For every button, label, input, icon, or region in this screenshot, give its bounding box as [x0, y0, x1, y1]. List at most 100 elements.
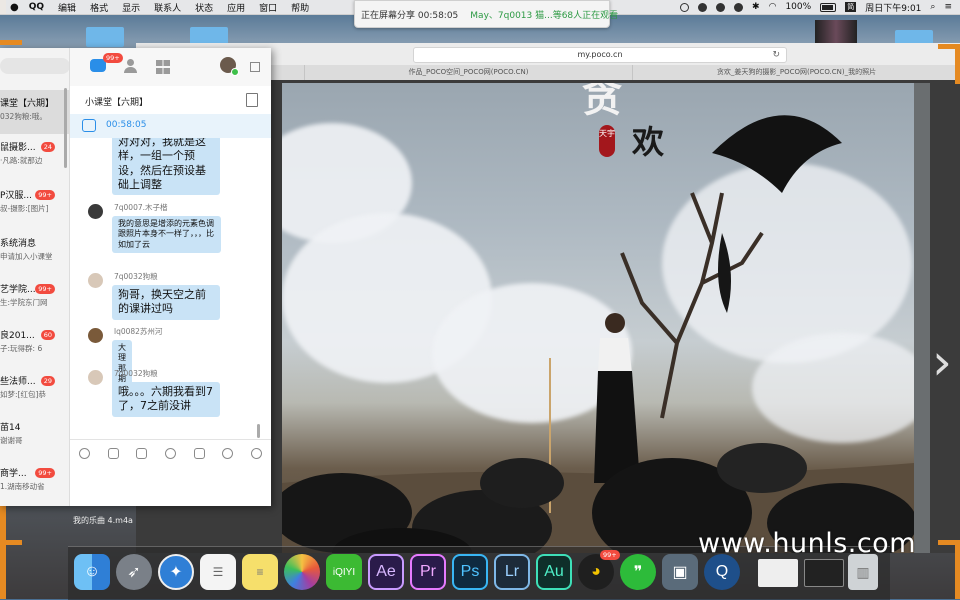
menu-view[interactable]: 显示: [122, 1, 140, 14]
chat-title: 鼠摄影...: [0, 143, 36, 153]
trash-icon[interactable]: ▥: [848, 554, 878, 590]
screen-frame: [0, 540, 22, 545]
chat-snippet: 子:玩得群: 6: [0, 344, 43, 353]
cloud-icon[interactable]: [716, 2, 726, 12]
chat-snippet: 申请加入小课堂: [0, 252, 53, 261]
search-input[interactable]: [0, 58, 69, 74]
files-icon[interactable]: [246, 93, 258, 107]
desktop-image-thumbnail[interactable]: [815, 20, 857, 44]
audition-icon[interactable]: Au: [536, 554, 572, 590]
bell-icon[interactable]: [251, 447, 263, 459]
chat-list-item[interactable]: 系统消息 申请加入小课堂: [0, 230, 69, 274]
menu-contacts[interactable]: 联系人: [154, 1, 181, 14]
avatar[interactable]: [88, 204, 103, 219]
lightroom-icon[interactable]: Lr: [494, 554, 530, 590]
scissors-icon[interactable]: [107, 447, 119, 459]
folder-icon[interactable]: [136, 447, 148, 459]
apple-menu-icon[interactable]: ●: [10, 2, 19, 13]
photo-seal: 天宇: [599, 125, 615, 157]
desktop-folder-icon[interactable]: [86, 27, 124, 47]
record-icon[interactable]: [680, 2, 690, 12]
battery-icon[interactable]: [820, 2, 837, 12]
message-bubble[interactable]: 我的意思是增添的元素色调跟照片本身不一样了，，，比如加了云: [112, 216, 221, 254]
avatar[interactable]: [88, 273, 103, 288]
menu-edit[interactable]: 编辑: [58, 1, 76, 14]
message-bubble[interactable]: 大理那期: [112, 340, 132, 388]
photo-umbrella: [480, 458, 564, 508]
video-icon[interactable]: [193, 447, 205, 459]
document-thumb-icon[interactable]: [758, 559, 798, 587]
browser-tab[interactable]: 作品_POCO空间_POCO网(POCO.CN): [304, 65, 632, 80]
photo-umbrella: [717, 443, 807, 493]
wechat-status-icon[interactable]: [734, 2, 744, 12]
address-bar[interactable]: my.poco.cn ↻: [413, 47, 787, 63]
next-photo-arrow-icon[interactable]: ›: [932, 333, 952, 391]
photo[interactable]: 贪 欢 天宇: [282, 83, 914, 553]
screenshot-thumb-icon[interactable]: [804, 559, 844, 587]
search-icon[interactable]: ⌕: [930, 2, 935, 12]
menu-format[interactable]: 格式: [90, 1, 108, 14]
browser-tab[interactable]: 贪欢_姜天狗的摄影_POCO网(POCO.CN)_我的照片: [632, 65, 960, 80]
iqiyi-icon[interactable]: iQIYI: [326, 554, 362, 590]
launchpad-icon[interactable]: ➶: [116, 554, 152, 590]
menu-apps[interactable]: 应用: [227, 1, 245, 14]
menu-status[interactable]: 状态: [195, 1, 213, 14]
finder-icon[interactable]: ☺: [74, 554, 110, 590]
avatar[interactable]: [88, 370, 103, 385]
share-status: 正在屏幕分享 00:58:05: [361, 10, 459, 21]
menu-window[interactable]: 窗口: [259, 1, 277, 14]
menu-help[interactable]: 帮助: [291, 1, 309, 14]
microphone-icon[interactable]: [164, 447, 176, 459]
qq-status-icon[interactable]: [698, 2, 708, 12]
qq-window: 课堂【六期】 032狗粮:哦。 鼠摄影... ·凡路:就那边 24 P汉服...…: [0, 48, 271, 506]
unread-badge: 29: [40, 376, 55, 386]
input-method-icon[interactable]: 简: [845, 2, 857, 12]
screen-share-row[interactable]: 00:58:05: [70, 114, 271, 138]
message-bubble[interactable]: 对对对，我就是这样，一组一个预设，然后在预设基础上调整: [112, 138, 220, 196]
notification-center-icon[interactable]: ≡: [944, 2, 952, 12]
menu-app-qq[interactable]: QQ: [29, 2, 44, 12]
chat-list-item[interactable]: 良201... 子:玩得群: 6 60: [0, 322, 69, 366]
emoji-icon[interactable]: [78, 447, 90, 459]
qq-dock-badge: 99+: [600, 550, 620, 560]
photos-icon[interactable]: [284, 554, 320, 590]
chat-list-item[interactable]: 苗14 谢谢哥: [0, 414, 69, 458]
quicktime-icon[interactable]: Q: [704, 554, 740, 590]
chat-list-item[interactable]: 商学... 1.湖南移动省 99+: [0, 460, 69, 504]
chat-snippet: 生:学院东门网: [0, 298, 48, 307]
after-effects-icon[interactable]: Ae: [368, 554, 404, 590]
history-icon[interactable]: [222, 447, 234, 459]
online-status-icon: [231, 68, 239, 76]
sidebar-toggle-icon[interactable]: [250, 62, 260, 72]
photoshop-icon[interactable]: Ps: [452, 554, 488, 590]
screen-share-banner[interactable]: 正在屏幕分享 00:58:05 May、7q0013 猫...等68人正在观看: [354, 0, 618, 28]
preview-icon[interactable]: ▣: [662, 554, 698, 590]
clock[interactable]: 周日下午9:01: [865, 1, 921, 14]
reminders-icon[interactable]: ☰: [200, 554, 236, 590]
reload-icon[interactable]: ↻: [772, 48, 780, 62]
premiere-icon[interactable]: Pr: [410, 554, 446, 590]
avatar[interactable]: [88, 328, 103, 343]
message-scrollbar[interactable]: [257, 424, 260, 438]
message-list: 对对对，我就是这样，一组一个预设，然后在预设基础上调整 7q0007.木子楷 我…: [70, 138, 271, 438]
chat-list-item[interactable]: 课堂【六期】 032狗粮:哦。: [0, 90, 69, 134]
message-bubble[interactable]: 哦。。。六期我看到7了，7之前没讲: [112, 382, 220, 417]
bluetooth-icon[interactable]: ✱: [752, 2, 760, 12]
chat-list-item[interactable]: P汉服... 叔-摄影:[图片] 99+: [0, 182, 69, 226]
safari-icon[interactable]: ✦: [158, 554, 194, 590]
next-photo-preview[interactable]: [914, 83, 930, 553]
desktop-file-label[interactable]: 我的乐曲 4.m4a: [73, 515, 133, 526]
chat-list-scrollbar[interactable]: [64, 88, 67, 168]
apps-tab-icon[interactable]: [156, 60, 170, 74]
chat-toolbar: [70, 439, 271, 466]
notes-icon[interactable]: ≡: [242, 554, 278, 590]
chat-list-item[interactable]: 鼠摄影... ·凡路:就那边 24: [0, 134, 69, 178]
wifi-icon[interactable]: ◠: [769, 2, 777, 12]
screen-share-icon: [82, 119, 96, 132]
contacts-tab-icon[interactable]: [124, 59, 137, 73]
chat-list-item[interactable]: 些法师... 如梦:[红包]恭 29: [0, 368, 69, 412]
chat-list-item[interactable]: 艺学院... 生:学院东门网 99+: [0, 276, 69, 320]
message-bubble[interactable]: 狗哥，换天空之前的课讲过吗: [112, 285, 220, 320]
wechat-icon[interactable]: ❞: [620, 554, 656, 590]
sender-name: 7q0032狗粮: [114, 272, 158, 281]
